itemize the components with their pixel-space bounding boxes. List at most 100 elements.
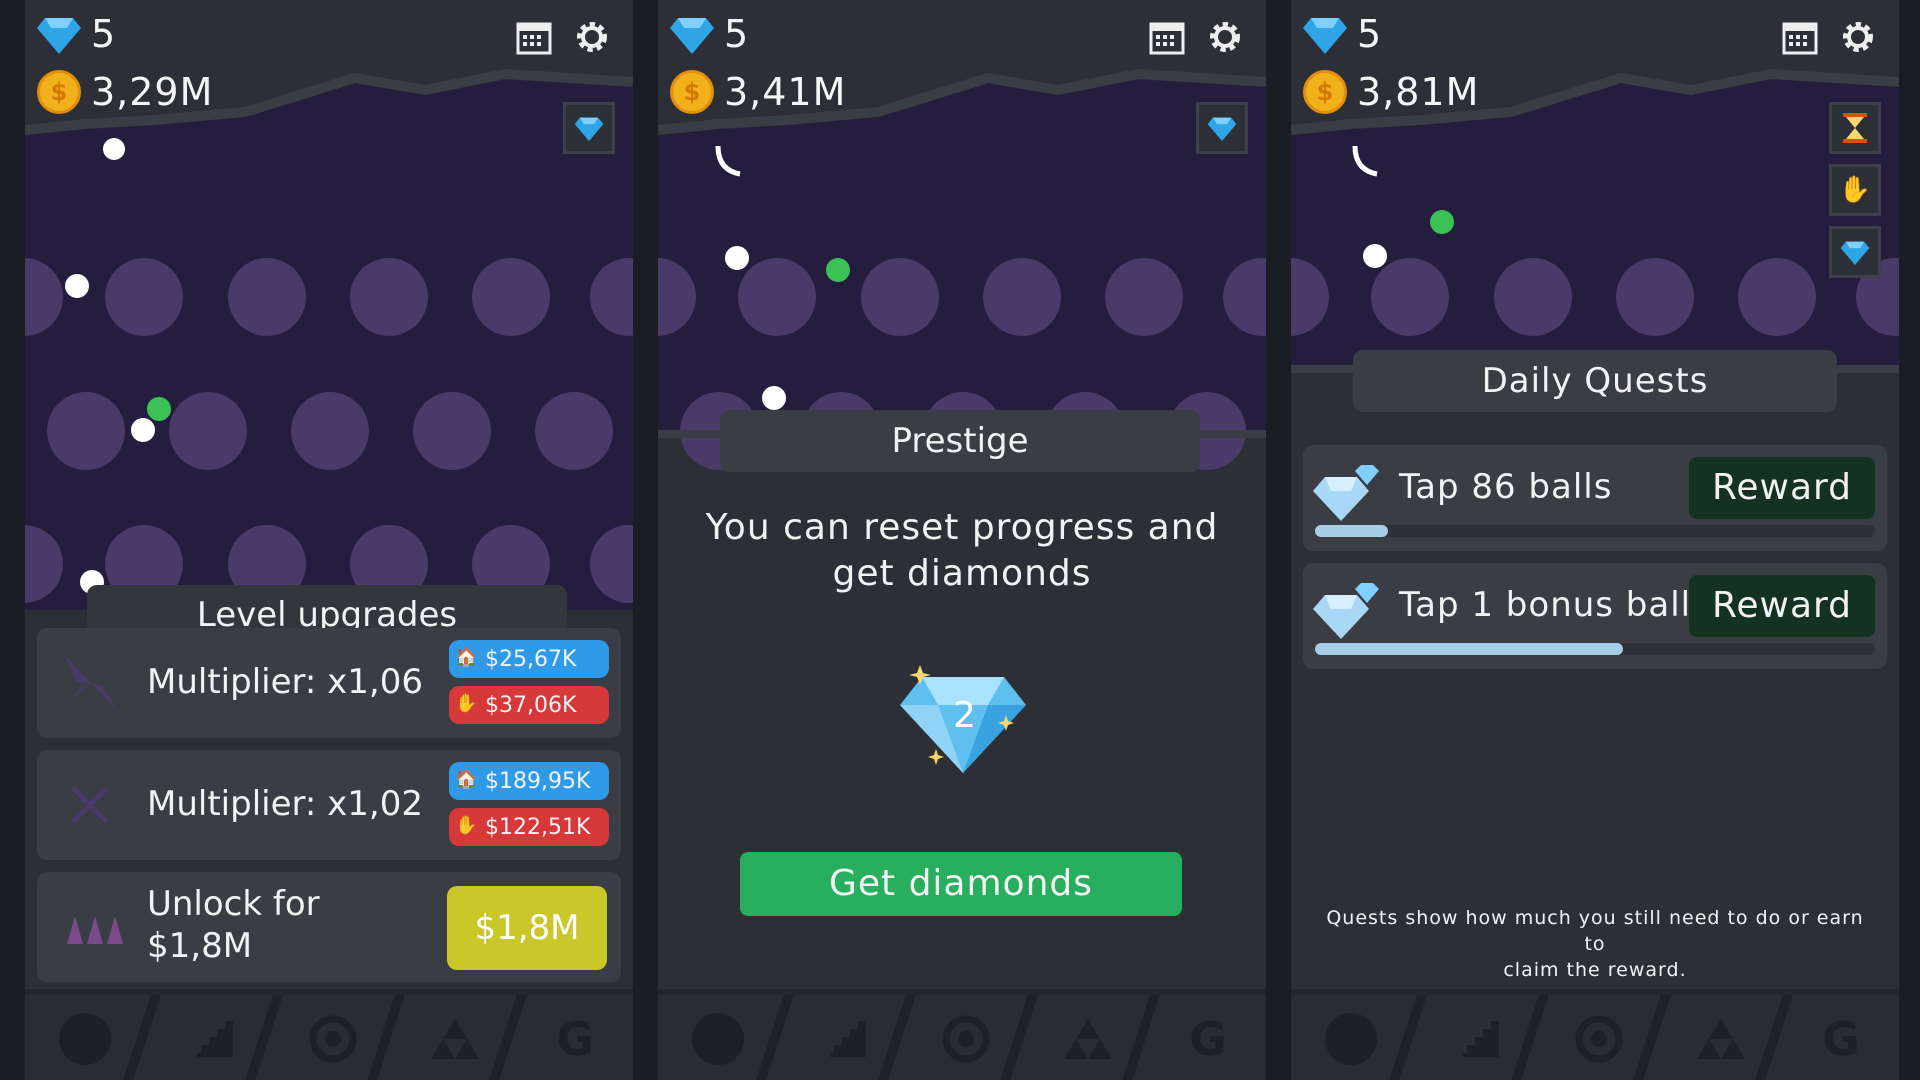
peg xyxy=(590,525,633,603)
peg xyxy=(1738,258,1816,336)
bonus-ball[interactable] xyxy=(826,258,850,282)
diamond-shop-button[interactable] xyxy=(1829,226,1881,278)
ball-icon[interactable] xyxy=(1321,1009,1381,1069)
upgrade-card: Multiplier: x1,06 🏠 $25,67K ✋ $37,06K xyxy=(37,628,621,738)
peg xyxy=(1291,258,1329,336)
gem-count: 5 xyxy=(724,12,750,56)
coin-count: 3,41M xyxy=(724,70,847,114)
peg xyxy=(1616,258,1694,336)
quests-title: Daily Quests xyxy=(1353,350,1837,412)
quest-card: Tap 1 bonus balls Reward xyxy=(1303,563,1887,669)
diamond-icon xyxy=(1313,465,1379,521)
bottom-nav: G xyxy=(25,989,633,1080)
ball[interactable] xyxy=(103,138,125,160)
peg xyxy=(738,258,816,336)
peg xyxy=(169,392,247,470)
ball[interactable] xyxy=(65,274,89,298)
g-coin-icon[interactable]: G xyxy=(545,1009,605,1069)
stairs-icon[interactable] xyxy=(185,1009,245,1069)
quest-progress-fill xyxy=(1315,525,1388,537)
peg xyxy=(1105,258,1183,336)
gem-counter: 5 xyxy=(670,12,749,56)
get-diamonds-button[interactable]: Get diamonds xyxy=(740,852,1182,916)
peg xyxy=(472,258,550,336)
hand-coins-icon: ✋ xyxy=(455,693,478,714)
prestige-description-line1: You can reset progress and xyxy=(705,507,1219,548)
calendar-icon[interactable] xyxy=(1781,18,1819,56)
ball[interactable] xyxy=(1363,244,1387,268)
spikes-icon xyxy=(67,916,123,944)
hourglass-icon xyxy=(1843,113,1867,143)
peg xyxy=(1223,258,1266,336)
upgrade-price-blue-button[interactable]: 🏠 $25,67K xyxy=(449,640,609,678)
triforce-icon[interactable] xyxy=(1058,1009,1118,1069)
upgrade-price-red-button[interactable]: ✋ $37,06K xyxy=(449,686,609,724)
unlock-button[interactable]: $1,8M xyxy=(447,886,607,970)
calendar-icon[interactable] xyxy=(515,18,553,56)
ball-icon[interactable] xyxy=(55,1009,115,1069)
play-area[interactable] xyxy=(658,0,1266,470)
quest-card: Tap 86 balls Reward xyxy=(1303,445,1887,551)
spiral-icon[interactable] xyxy=(936,1009,996,1069)
quests-footer: Quests show how much you still need to d… xyxy=(1321,905,1869,983)
screen-prestige: 5 $ 3,41M Prestige You can reset progres… xyxy=(658,0,1266,1080)
peg xyxy=(350,258,428,336)
triforce-icon[interactable] xyxy=(1691,1009,1751,1069)
house-icon: 🏠 xyxy=(455,647,478,668)
reward-button[interactable]: Reward xyxy=(1689,457,1875,519)
reward-button[interactable]: Reward xyxy=(1689,575,1875,637)
diamond-icon xyxy=(1840,241,1870,265)
bonus-ball[interactable] xyxy=(1430,210,1454,234)
price-value: $37,06K xyxy=(485,692,577,718)
peg xyxy=(861,258,939,336)
diamond-icon xyxy=(574,117,604,141)
gem-count: 5 xyxy=(91,12,117,56)
coin-counter: $ 3,41M xyxy=(670,70,846,114)
peg xyxy=(1371,258,1449,336)
bonus-ball[interactable] xyxy=(147,397,171,421)
quest-progress-bar xyxy=(1315,525,1875,537)
upgrade-price-blue-button[interactable]: 🏠 $189,95K xyxy=(449,762,609,800)
upgrade-price-red-button[interactable]: ✋ $122,51K xyxy=(449,808,609,846)
diamond-icon xyxy=(1313,583,1379,639)
ball[interactable] xyxy=(725,246,749,270)
peg xyxy=(1494,258,1572,336)
peg xyxy=(983,258,1061,336)
price-value: $25,67K xyxy=(485,646,577,672)
diamond-icon xyxy=(1303,18,1347,54)
ball[interactable] xyxy=(762,386,786,410)
spiral-icon[interactable] xyxy=(303,1009,363,1069)
triforce-icon[interactable] xyxy=(425,1009,485,1069)
g-coin-icon[interactable]: G xyxy=(1811,1009,1871,1069)
gem-counter: 5 xyxy=(1303,12,1382,56)
gear-icon[interactable] xyxy=(573,18,611,56)
coin-bonus-button[interactable]: ✋ xyxy=(1829,164,1881,216)
quests-footer-line1: Quests show how much you still need to d… xyxy=(1326,907,1864,955)
peg xyxy=(535,392,613,470)
calendar-icon[interactable] xyxy=(1148,18,1186,56)
diamond-shop-button[interactable] xyxy=(563,102,615,154)
quest-progress-bar xyxy=(1315,643,1875,655)
ball[interactable] xyxy=(131,418,155,442)
peg xyxy=(228,258,306,336)
diamond-shop-button[interactable] xyxy=(1196,102,1248,154)
coin-icon: $ xyxy=(37,70,81,114)
gear-icon[interactable] xyxy=(1206,18,1244,56)
cross-icon xyxy=(71,786,109,824)
ball-icon[interactable] xyxy=(688,1009,748,1069)
price-value: $122,51K xyxy=(485,814,591,840)
upgrade-label: Multiplier: x1,02 xyxy=(147,784,423,824)
screen-daily-quests: 5 $ 3,81M ✋ Daily Quests Tap 86 balls Re… xyxy=(1291,0,1899,1080)
coin-icon: $ xyxy=(1303,70,1347,114)
spiral-icon[interactable] xyxy=(1569,1009,1629,1069)
gear-icon[interactable] xyxy=(1839,18,1877,56)
coin-counter: $ 3,29M xyxy=(37,70,213,114)
stairs-icon[interactable] xyxy=(818,1009,878,1069)
upgrade-label: Multiplier: x1,06 xyxy=(147,662,423,702)
quest-progress-fill xyxy=(1315,643,1623,655)
stairs-icon[interactable] xyxy=(1451,1009,1511,1069)
g-coin-icon[interactable]: G xyxy=(1178,1009,1238,1069)
unlock-label-line1: Unlock for xyxy=(147,884,320,924)
hourglass-button[interactable] xyxy=(1829,102,1881,154)
bottom-nav: G xyxy=(1291,989,1899,1080)
